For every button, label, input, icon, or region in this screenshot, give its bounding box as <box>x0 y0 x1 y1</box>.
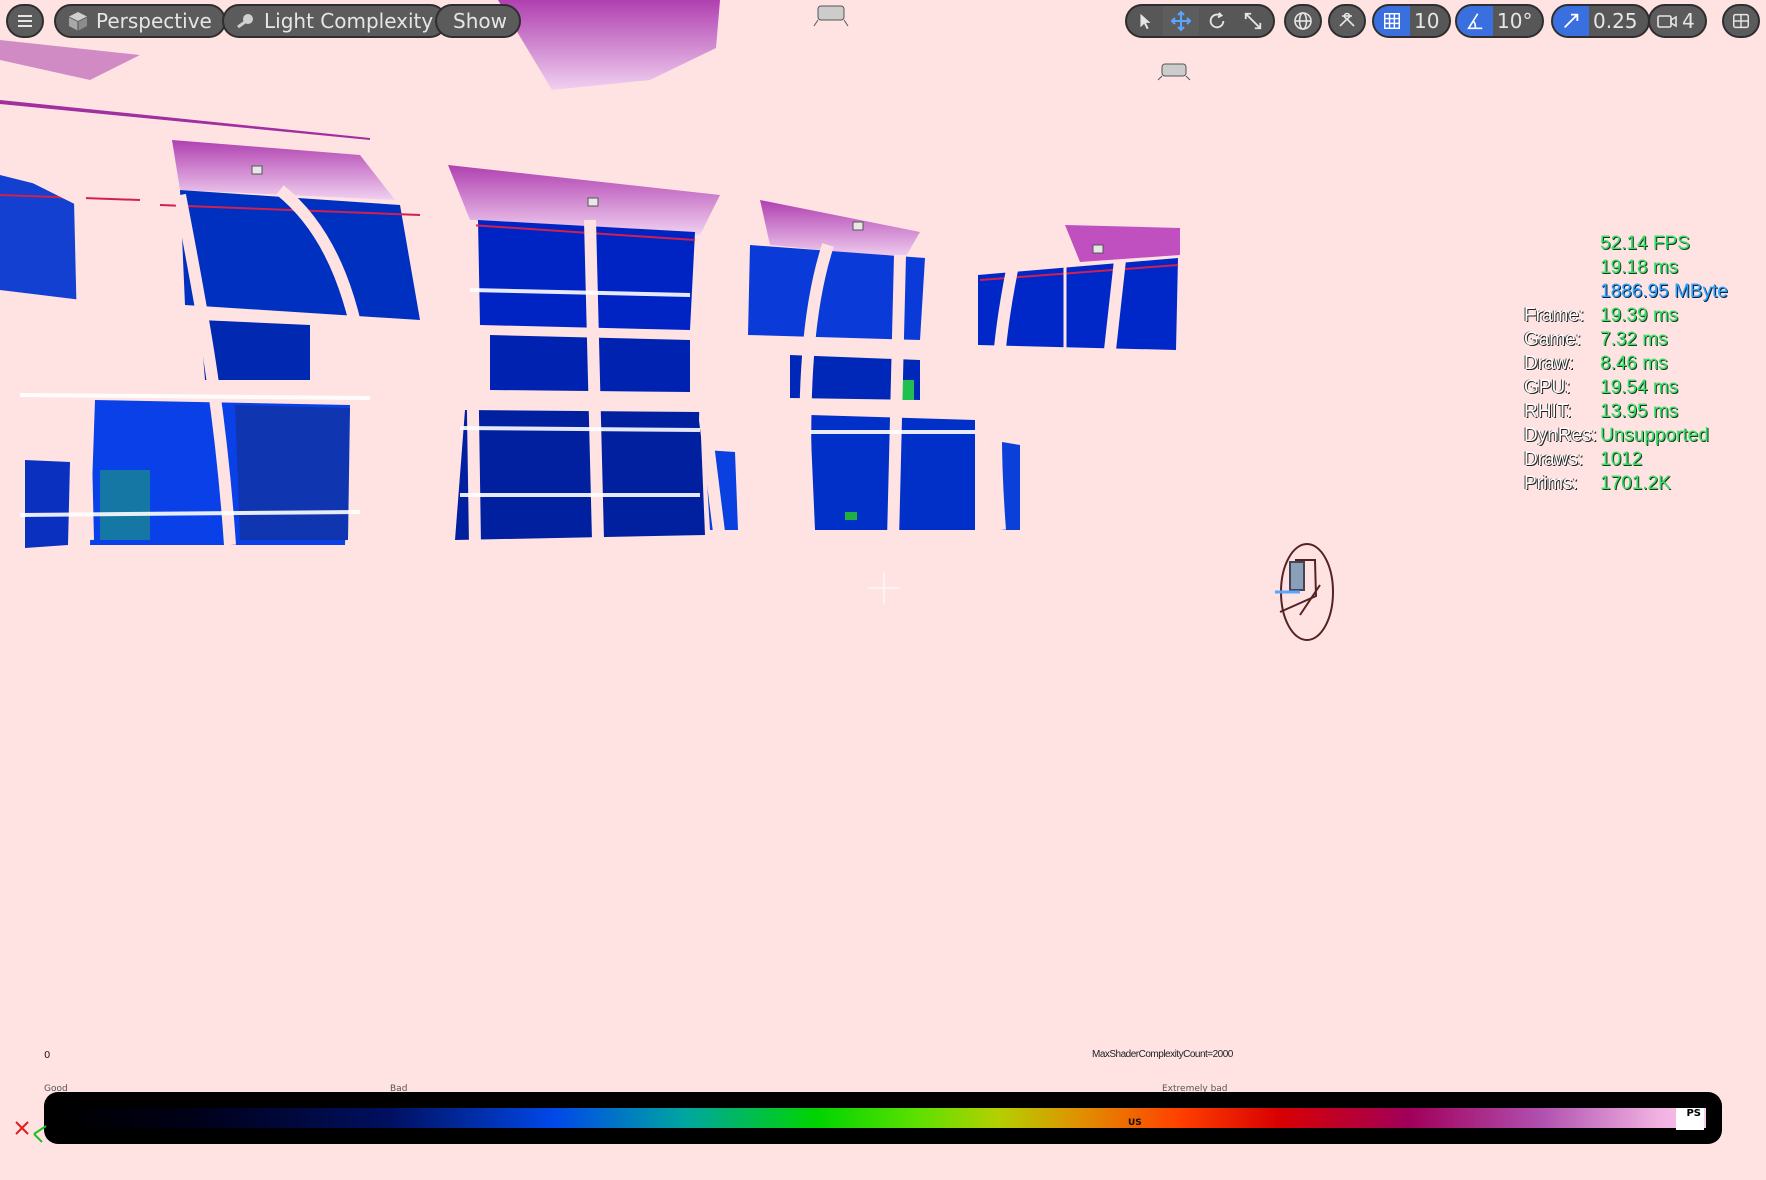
grid-icon <box>1384 13 1400 29</box>
light-complexity-icon <box>232 7 260 35</box>
pointer-icon <box>1140 13 1151 30</box>
scale-snap-toggle[interactable] <box>1553 6 1589 36</box>
roof-line <box>0 100 370 140</box>
scale-icon <box>1244 12 1262 30</box>
grid-snap-group[interactable]: 10 <box>1372 4 1452 38</box>
light-sprite-right <box>1157 63 1191 81</box>
stat-frame-time: 19.18 ms <box>1600 257 1679 278</box>
surface-snap-icon <box>1339 12 1355 27</box>
surface-snapping-button[interactable] <box>1328 4 1366 38</box>
stat-row: Game: 7.32 ms <box>1524 329 1668 350</box>
rotate-mode-button[interactable] <box>1199 6 1235 36</box>
stat-memory: 1886.95 MByte <box>1600 281 1728 302</box>
stat-fps: 52.14 FPS <box>1600 233 1690 254</box>
camera-icon <box>1657 15 1677 28</box>
show-flags-label: Show <box>453 9 507 33</box>
light-sprite-top <box>813 5 849 27</box>
grid-snap-value: 10 <box>1414 9 1440 33</box>
move-arrows-icon <box>1170 10 1192 32</box>
cube-icon <box>64 7 92 35</box>
stat-row: Prims: 1701.2K <box>1524 473 1671 494</box>
stat-row: Draws: 1012 <box>1524 449 1643 470</box>
scale-snap-group[interactable]: 0.25 <box>1551 4 1650 38</box>
scale-mode-button[interactable] <box>1235 6 1271 36</box>
stat-row: DynRes: Unsupported <box>1524 425 1709 446</box>
complexity-gradient <box>60 1108 1706 1128</box>
roof-edge <box>0 40 140 80</box>
legend-us-marker: US <box>1128 1118 1142 1128</box>
viewport-layout-button[interactable] <box>1722 4 1760 38</box>
scale-arrow-icon <box>1563 13 1579 29</box>
view-mode-button[interactable]: Light Complexity <box>222 4 448 38</box>
legend-min-label: 0 <box>44 1050 51 1061</box>
stats-overlay: 52.14 FPS 19.18 ms 1886.95 MByte Frame: 1… <box>1524 232 1728 496</box>
rotate-icon <box>1209 12 1225 29</box>
shader-complexity-legend <box>44 1092 1722 1144</box>
ceiling-slab <box>498 0 720 90</box>
coordinate-system-button[interactable] <box>1284 4 1322 38</box>
perspective-mode-label: Perspective <box>96 9 212 33</box>
window-bay-3 <box>748 200 1020 530</box>
stat-row: Draw: 8.46 ms <box>1524 353 1668 374</box>
camera-speed-button[interactable]: 4 <box>1648 4 1707 38</box>
grid-snap-toggle[interactable] <box>1374 6 1410 36</box>
legend-ps-marker: PS <box>1676 1108 1704 1130</box>
translate-mode-button[interactable] <box>1163 6 1199 36</box>
viewport-options-menu-button[interactable] <box>6 4 44 38</box>
level-viewport[interactable]: Perspective Light Complexity Show 10 10°… <box>0 0 1766 1180</box>
perspective-mode-button[interactable]: Perspective <box>54 4 226 38</box>
rotation-snap-toggle[interactable] <box>1457 6 1493 36</box>
rotation-snap-group[interactable]: 10° <box>1455 4 1545 38</box>
axis-gizmo <box>15 1121 47 1143</box>
transform-tools-group <box>1125 4 1275 38</box>
stat-row: GPU: 19.54 ms <box>1524 377 1679 398</box>
stat-row: RHIT: 13.95 ms <box>1524 401 1679 422</box>
camera-speed-value: 4 <box>1682 9 1695 33</box>
angle-icon <box>1467 13 1483 30</box>
scale-snap-value: 0.25 <box>1593 9 1638 33</box>
layout-icon <box>1733 13 1749 29</box>
globe-icon <box>1294 12 1312 30</box>
show-flags-button[interactable]: Show <box>435 4 521 38</box>
legend-max-label: MaxShaderComplexityCount=2000 <box>1092 1049 1233 1060</box>
select-mode-button[interactable] <box>1127 6 1163 36</box>
hamburger-menu-icon <box>11 7 39 35</box>
stat-row: Frame: 19.39 ms <box>1524 305 1679 326</box>
view-mode-label: Light Complexity <box>264 9 434 33</box>
player-start-actor <box>1275 543 1334 641</box>
rotation-snap-value: 10° <box>1497 9 1533 33</box>
viewport-crosshair <box>868 572 900 604</box>
scene-render <box>0 0 1334 641</box>
